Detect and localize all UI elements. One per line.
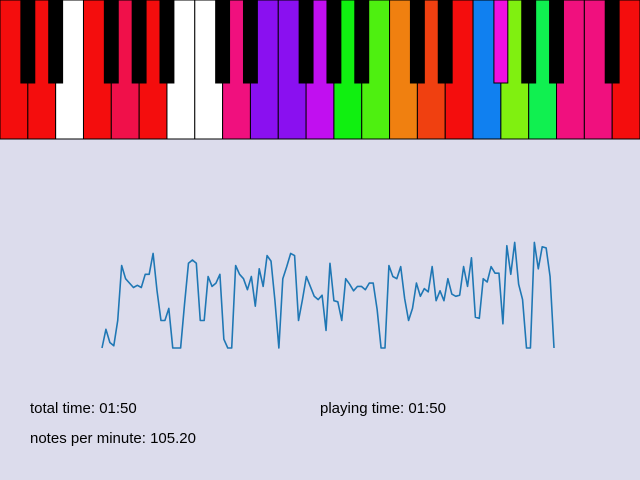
black-key[interactable]: [549, 0, 564, 84]
black-key[interactable]: [298, 0, 314, 84]
black-key[interactable]: [131, 0, 147, 84]
black-key[interactable]: [437, 0, 453, 84]
black-key[interactable]: [493, 0, 509, 84]
black-key[interactable]: [409, 0, 425, 84]
black-key[interactable]: [159, 0, 175, 84]
activity-series-line: [101, 241, 555, 349]
activity-graph: [0, 140, 640, 380]
black-key[interactable]: [604, 0, 620, 84]
notes-per-minute-label: notes per minute: 105.20: [30, 430, 196, 447]
black-key[interactable]: [48, 0, 64, 84]
black-key[interactable]: [521, 0, 537, 84]
piano-keyboard[interactable]: [0, 0, 640, 140]
black-key[interactable]: [354, 0, 370, 84]
black-key[interactable]: [215, 0, 231, 84]
total-time-label: total time: 01:50: [30, 400, 137, 417]
black-key[interactable]: [103, 0, 119, 84]
midi-visualizer-window: total time: 01:50 playing time: 01:50 no…: [0, 0, 640, 480]
piano-keyboard-svg[interactable]: [0, 0, 640, 140]
activity-line-chart: [101, 241, 555, 349]
black-key[interactable]: [326, 0, 342, 84]
black-key[interactable]: [20, 0, 36, 84]
black-key[interactable]: [242, 0, 258, 84]
playing-time-label: playing time: 01:50: [320, 400, 446, 417]
